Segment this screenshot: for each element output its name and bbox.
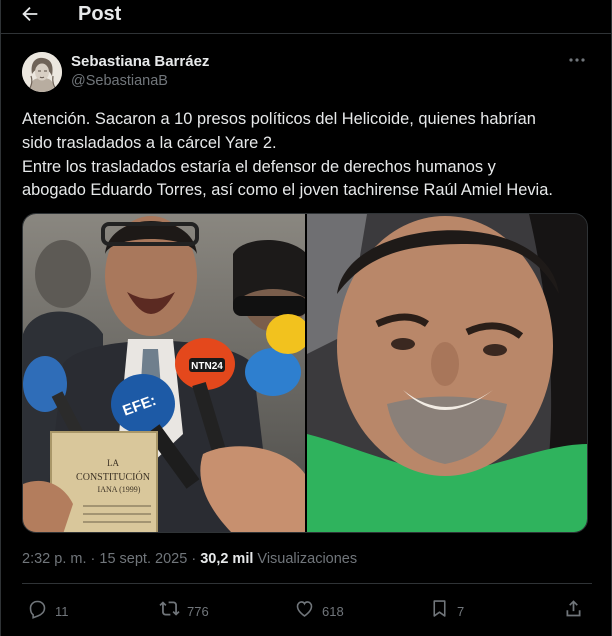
mic-label-ntn24: NTN24: [191, 361, 223, 372]
bookmark-count: 7: [457, 603, 465, 619]
tweet-line: Entre los trasladados estaría el defenso…: [22, 157, 496, 176]
back-button[interactable]: [19, 3, 47, 27]
more-horizontal-icon: [567, 55, 587, 72]
divider: [1, 33, 612, 34]
reply-count: 11: [55, 603, 69, 619]
heart-icon: [294, 598, 315, 624]
tweet-line: abogado Eduardo Torres, así como el jove…: [22, 181, 553, 200]
like-count: 618: [322, 603, 344, 619]
more-options-button[interactable]: [567, 52, 587, 68]
views-count: 30,2 mil: [200, 551, 254, 567]
post-date[interactable]: 15 sept. 2025: [99, 551, 187, 567]
doc-line: LA: [107, 458, 119, 468]
media-grid: NTN24 EFE: LA CONSTITUCIÓN IANA (1999): [22, 213, 588, 533]
tweet-line: Atención. Sacaron a 10 presos políticos …: [22, 110, 536, 128]
repost-icon: [159, 598, 180, 624]
arrow-left-icon: [19, 6, 41, 29]
meta-separator: ·: [191, 551, 197, 567]
tweet-line: sido trasladados a la cárcel Yare 2.: [22, 133, 277, 152]
bookmark-icon: [429, 598, 450, 624]
page-title: Post: [78, 3, 122, 25]
bookmark-button[interactable]: 7: [429, 600, 464, 622]
post-time[interactable]: 2:32 p. m.: [22, 551, 86, 567]
tweet-text: Atención. Sacaron a 10 presos políticos …: [22, 108, 597, 203]
post-meta: 2:32 p. m. · 15 sept. 2025 · 30,2 mil Vi…: [22, 551, 357, 567]
post-page: Post Sebastiana Barráez @SebastianaB Ate…: [0, 0, 612, 636]
views-label: Visualizaciones: [257, 551, 358, 567]
meta-separator: ·: [90, 551, 96, 567]
author-handle[interactable]: @SebastianaB: [71, 73, 168, 89]
top-bar: Post: [1, 0, 612, 30]
share-button[interactable]: [563, 600, 584, 622]
author-name[interactable]: Sebastiana Barráez: [71, 53, 209, 70]
like-button[interactable]: 618: [294, 600, 344, 622]
photo-press-conference[interactable]: NTN24 EFE: LA CONSTITUCIÓN IANA (1999): [23, 214, 305, 532]
reply-icon: [27, 598, 48, 624]
reply-button[interactable]: 11: [27, 600, 69, 622]
divider: [22, 583, 592, 584]
avatar[interactable]: [22, 52, 62, 92]
repost-button[interactable]: 776: [159, 600, 209, 622]
doc-line: CONSTITUCIÓN: [76, 471, 150, 483]
share-icon: [563, 598, 584, 624]
doc-line: IANA (1999): [98, 485, 141, 494]
photo-selfie[interactable]: [307, 214, 587, 532]
repost-count: 776: [187, 603, 209, 619]
